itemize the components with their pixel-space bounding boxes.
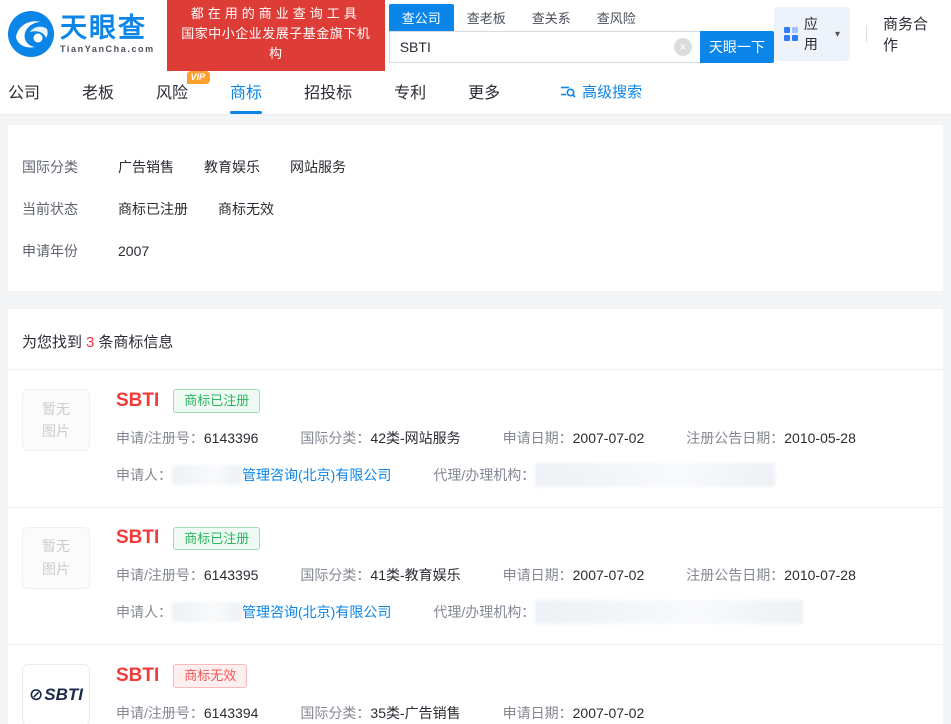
redacted-agent xyxy=(535,600,803,624)
agent-label: 代理/办理机构： xyxy=(433,602,535,622)
filter-option[interactable]: 教育娱乐 xyxy=(204,157,260,177)
search-tab-company[interactable]: 查公司 xyxy=(389,4,454,31)
sbti-logo-image: ⊘SBTI xyxy=(29,685,83,705)
applicant-label: 申请人： xyxy=(116,602,172,622)
apps-grid-icon xyxy=(784,27,798,41)
search-button[interactable]: 天眼一下 xyxy=(700,31,774,63)
reg-no-label: 申请/注册号： xyxy=(116,430,204,446)
reg-no-label: 申请/注册号： xyxy=(116,705,204,721)
apps-menu[interactable]: 应用 ▾ xyxy=(774,7,850,61)
trademark-result-row: 暂无图片 SBTI 商标已注册 申请/注册号：6143395 国际分类：41类-… xyxy=(8,508,943,646)
filter-row-year: 申请年份 2007 xyxy=(22,241,929,261)
class-value: 42类-网站服务 xyxy=(370,430,460,446)
clear-icon[interactable]: × xyxy=(674,38,692,56)
trademark-name[interactable]: SBTI xyxy=(116,527,159,549)
search-tab-relation[interactable]: 查关系 xyxy=(519,4,584,31)
reg-no-value: 6143395 xyxy=(204,567,259,583)
nav-tab-company[interactable]: 公司 xyxy=(8,68,40,114)
class-label: 国际分类： xyxy=(300,705,370,721)
advanced-search-link[interactable]: 高级搜索 xyxy=(560,68,642,114)
status-badge: 商标无效 xyxy=(173,664,247,688)
trademark-thumbnail[interactable]: 暂无图片 xyxy=(22,527,90,589)
applicant-link[interactable]: 管理咨询(北京)有限公司 xyxy=(242,465,391,485)
class-label: 国际分类： xyxy=(300,567,370,583)
results-count: 3 xyxy=(86,334,94,351)
advanced-search-icon xyxy=(560,83,576,99)
header: 天眼查 TianYanCha.com 都在用的商业查询工具 国家中小企业发展子基… xyxy=(0,0,951,68)
tianyancha-eye-icon xyxy=(8,11,54,57)
filter-option[interactable]: 2007 xyxy=(118,243,149,259)
apply-date-label: 申请日期： xyxy=(503,567,573,583)
pub-date-value: 2010-07-28 xyxy=(784,567,856,583)
results-panel: 为您找到3条商标信息 暂无图片 SBTI 商标已注册 申请/注册号：614339… xyxy=(8,309,943,724)
apply-date-label: 申请日期： xyxy=(503,430,573,446)
apply-date-label: 申请日期： xyxy=(503,705,573,721)
class-value: 35类-广告销售 xyxy=(370,705,460,721)
status-badge: 商标已注册 xyxy=(173,389,260,413)
caret-down-icon: ▾ xyxy=(835,29,840,40)
redacted-applicant-prefix xyxy=(172,465,242,485)
trademark-name[interactable]: SBTI xyxy=(116,665,159,687)
apply-date-value: 2007-07-02 xyxy=(573,705,645,721)
search-input[interactable] xyxy=(389,31,700,63)
reg-no-value: 6143396 xyxy=(204,430,259,446)
logo-title: 天眼查 xyxy=(60,15,155,42)
search-tab-risk[interactable]: 查风险 xyxy=(584,4,649,31)
logo-glyph: ⊘ xyxy=(29,685,43,704)
filter-panel: 国际分类 广告销售 教育娱乐 网站服务 当前状态 商标已注册 商标无效 申请年份… xyxy=(8,125,943,291)
vip-badge: VIP xyxy=(187,71,211,84)
advanced-search-label: 高级搜索 xyxy=(582,81,642,102)
apps-label: 应用 xyxy=(804,14,830,54)
filter-label: 国际分类 xyxy=(22,157,118,177)
trademark-thumbnail[interactable]: ⊘SBTI xyxy=(22,664,90,724)
apply-date-value: 2007-07-02 xyxy=(573,567,645,583)
filter-option[interactable]: 网站服务 xyxy=(290,157,346,177)
redacted-applicant-prefix xyxy=(172,602,242,622)
pub-date-value: 2010-05-28 xyxy=(784,430,856,446)
search-tabs: 查公司 查老板 查关系 查风险 xyxy=(389,5,774,31)
no-image-placeholder: 暂无图片 xyxy=(39,535,73,580)
class-value: 41类-教育娱乐 xyxy=(370,567,460,583)
trademark-result-row: ⊘SBTI SBTI 商标无效 申请/注册号：6143394 国际分类：35类-… xyxy=(8,645,943,724)
filter-row-status: 当前状态 商标已注册 商标无效 xyxy=(22,199,929,219)
trademark-name[interactable]: SBTI xyxy=(116,390,159,412)
logo-subtitle: TianYanCha.com xyxy=(60,45,155,54)
nav-tab-bidding[interactable]: 招投标 xyxy=(304,68,352,114)
nav-tab-more[interactable]: 更多 xyxy=(468,68,500,114)
results-summary: 为您找到3条商标信息 xyxy=(8,309,943,370)
category-nav: 公司 老板 风险 VIP 商标 招投标 专利 更多 高级搜索 xyxy=(0,68,951,115)
no-image-placeholder: 暂无图片 xyxy=(39,398,73,443)
filter-option[interactable]: 广告销售 xyxy=(118,157,174,177)
business-cooperation-link[interactable]: 商务合作 xyxy=(883,13,943,55)
divider xyxy=(866,26,867,42)
trademark-result-row: 暂无图片 SBTI 商标已注册 申请/注册号：6143396 国际分类：42类-… xyxy=(8,370,943,508)
promo-line2: 国家中小企业发展子基金旗下机构 xyxy=(177,24,375,64)
applicant-link[interactable]: 管理咨询(北京)有限公司 xyxy=(242,602,391,622)
trademark-thumbnail[interactable]: 暂无图片 xyxy=(22,389,90,451)
filter-label: 当前状态 xyxy=(22,199,118,219)
redacted-agent xyxy=(535,463,775,487)
reg-no-label: 申请/注册号： xyxy=(116,567,204,583)
applicant-label: 申请人： xyxy=(116,465,172,485)
filter-row-class: 国际分类 广告销售 教育娱乐 网站服务 xyxy=(22,157,929,177)
promo-line1: 都在用的商业查询工具 xyxy=(177,4,375,24)
nav-tab-trademark[interactable]: 商标 xyxy=(230,68,262,114)
filter-option[interactable]: 商标已注册 xyxy=(118,199,188,219)
tianyancha-logo[interactable]: 天眼查 TianYanCha.com xyxy=(8,11,155,57)
nav-tab-risk[interactable]: 风险 VIP xyxy=(156,68,188,114)
search-tab-boss[interactable]: 查老板 xyxy=(454,4,519,31)
reg-no-value: 6143394 xyxy=(204,705,259,721)
filter-label: 申请年份 xyxy=(22,241,118,261)
filter-option[interactable]: 商标无效 xyxy=(218,199,274,219)
pub-date-label: 注册公告日期： xyxy=(686,430,784,446)
nav-tab-boss[interactable]: 老板 xyxy=(82,68,114,114)
search-block: 查公司 查老板 查关系 查风险 × 天眼一下 xyxy=(389,5,774,63)
pub-date-label: 注册公告日期： xyxy=(686,567,784,583)
status-badge: 商标已注册 xyxy=(173,527,260,551)
apply-date-value: 2007-07-02 xyxy=(573,430,645,446)
class-label: 国际分类： xyxy=(300,430,370,446)
nav-tab-patent[interactable]: 专利 xyxy=(394,68,426,114)
agent-label: 代理/办理机构： xyxy=(433,465,535,485)
promo-banner: 都在用的商业查询工具 国家中小企业发展子基金旗下机构 xyxy=(167,0,385,71)
